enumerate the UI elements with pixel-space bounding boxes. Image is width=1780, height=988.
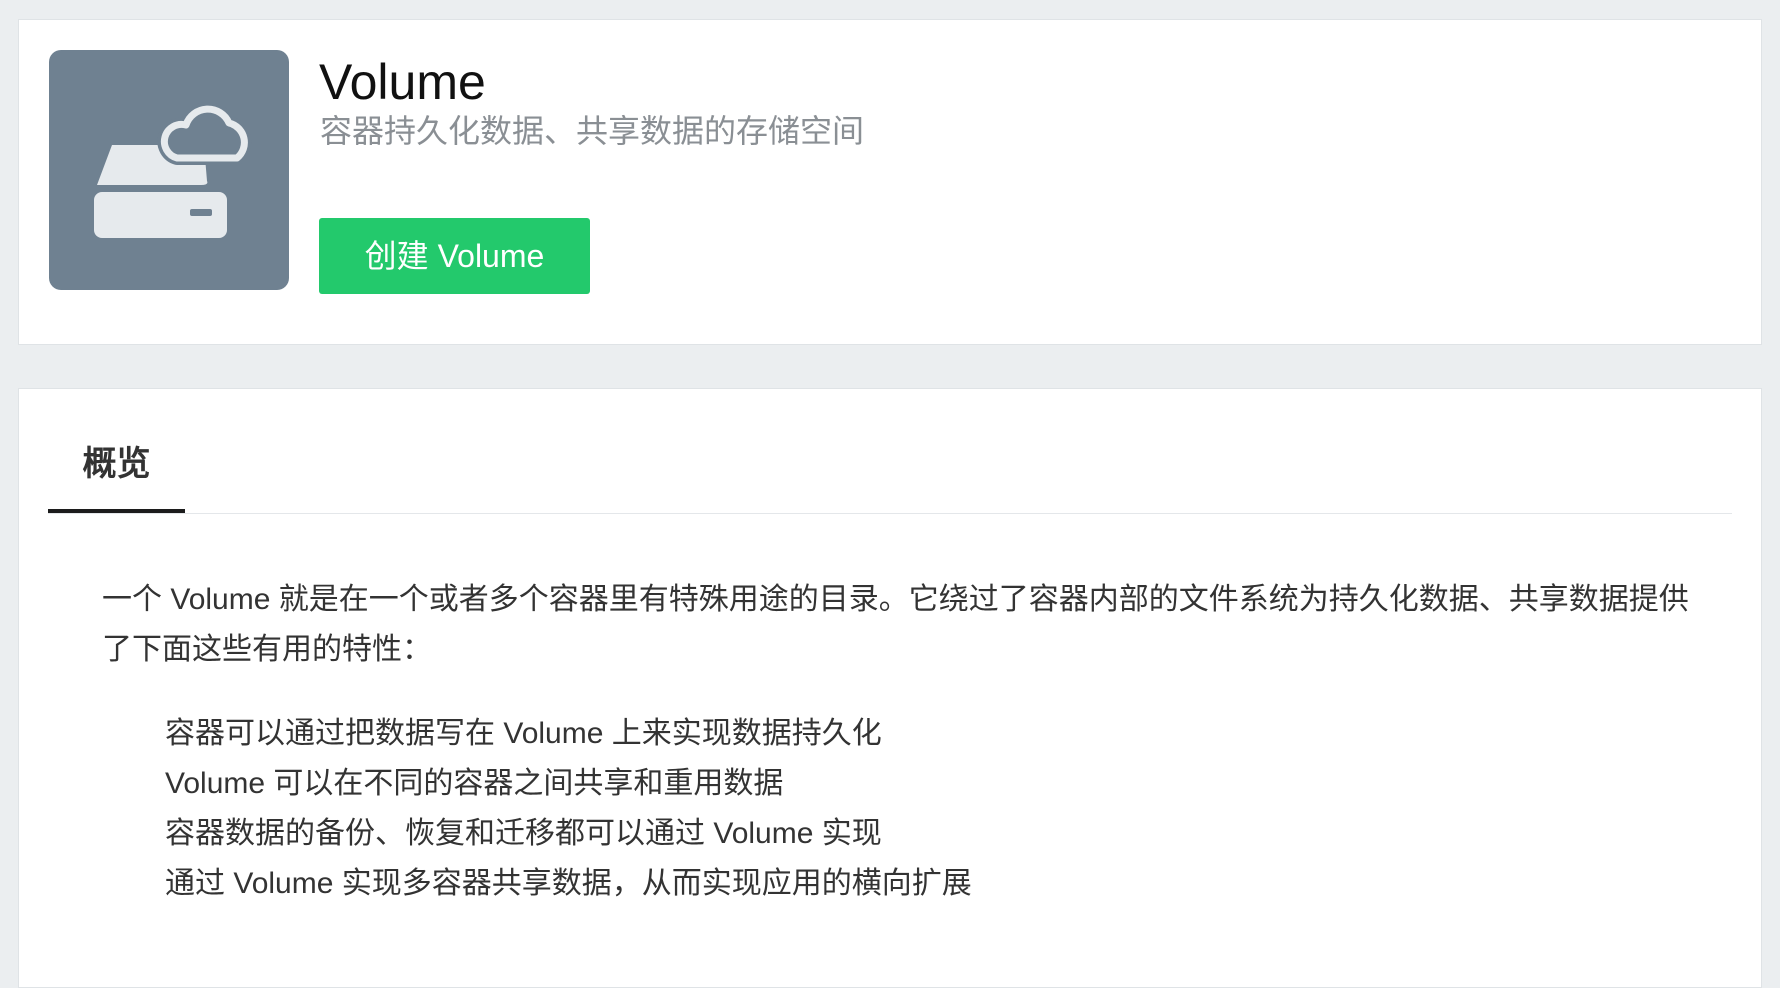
list-item: 通过 Volume 实现多容器共享数据，从而实现应用的横向扩展 (165, 867, 972, 900)
list-item: Volume 可以在不同的容器之间共享和重用数据 (165, 767, 784, 800)
volume-header-card: Volume 容器持久化数据、共享数据的存储空间 创建 Volume (18, 19, 1762, 345)
tab-bar: 概览 (48, 389, 1732, 514)
tab-overview[interactable]: 概览 (48, 389, 185, 513)
overview-card: 概览 一个 Volume 就是在一个或者多个容器里有特殊用途的目录。它绕过了容器… (18, 388, 1762, 988)
page-title: Volume (319, 54, 486, 110)
volume-app-icon (49, 50, 289, 290)
list-item: 容器数据的备份、恢复和迁移都可以通过 Volume 实现 (165, 817, 882, 850)
list-item: 容器可以通过把数据写在 Volume 上来实现数据持久化 (165, 717, 882, 750)
overview-intro-text: 一个 Volume 就是在一个或者多个容器里有特殊用途的目录。它绕过了容器内部的… (102, 583, 1689, 666)
create-volume-button[interactable]: 创建 Volume (319, 218, 590, 294)
feature-list: 容器可以通过把数据写在 Volume 上来实现数据持久化 Volume 可以在不… (165, 709, 972, 909)
page-subtitle: 容器持久化数据、共享数据的存储空间 (320, 113, 865, 149)
drive-cloud-icon (94, 102, 252, 238)
